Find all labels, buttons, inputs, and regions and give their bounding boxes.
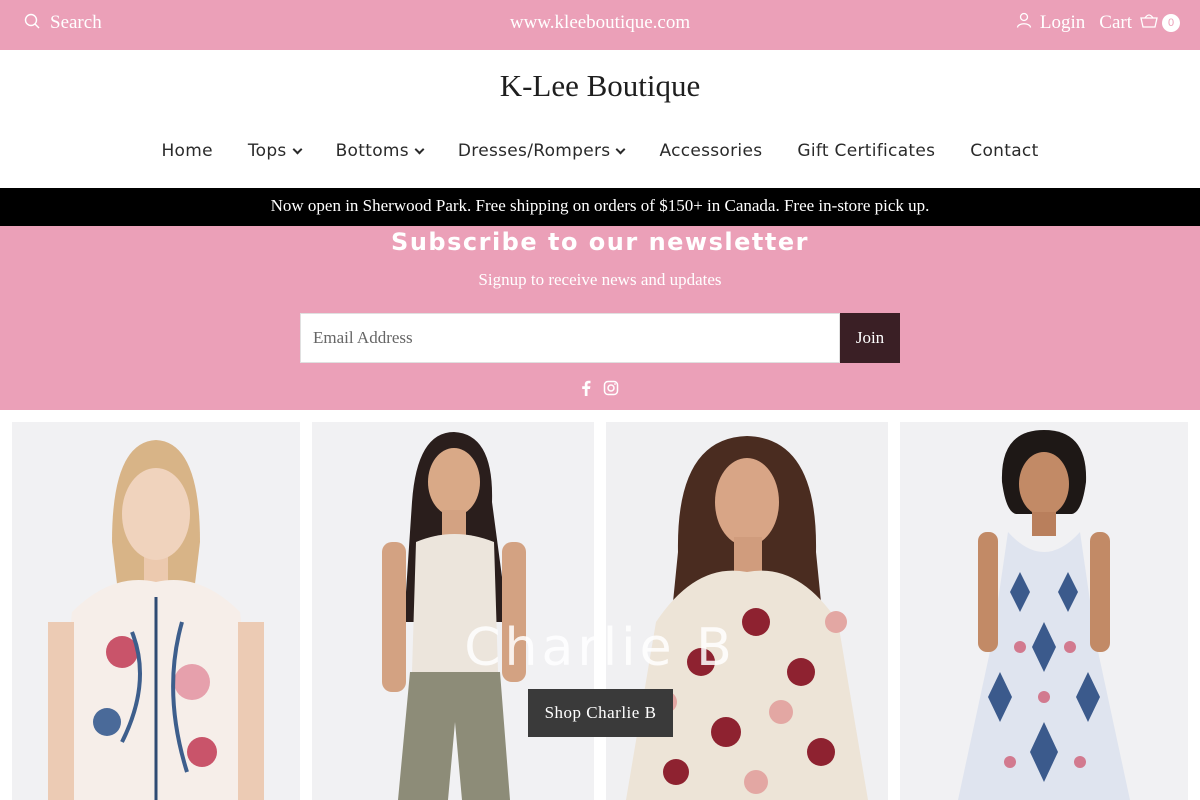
chevron-down-icon	[615, 144, 626, 154]
chevron-down-icon	[292, 144, 303, 154]
nav-item-dresses-rompers[interactable]: Dresses/Rompers	[457, 141, 626, 161]
shop-charlie-b-button[interactable]: Shop Charlie B	[528, 689, 673, 737]
nav-item-label: Tops	[247, 141, 287, 161]
announcement-bar: Now open in Sherwood Park. Free shipping…	[0, 188, 1200, 226]
newsletter-title: Subscribe to our newsletter	[391, 228, 809, 256]
product-image-grid	[0, 422, 1200, 800]
site-logo[interactable]: K-Lee Boutique	[0, 68, 1200, 104]
nav-item-tops[interactable]: Tops	[247, 141, 303, 161]
nav-item-accessories[interactable]: Accessories	[659, 141, 762, 161]
nav-item-bottoms[interactable]: Bottoms	[335, 141, 425, 161]
cart-link[interactable]: Cart 0	[1099, 12, 1180, 34]
main-nav: Home Tops Bottoms Dresses/Rompers Access…	[0, 141, 1200, 161]
facebook-icon[interactable]	[581, 380, 591, 396]
join-button[interactable]: Join	[840, 313, 900, 363]
login-label: Login	[1039, 12, 1086, 33]
newsletter-form: Join	[300, 313, 900, 363]
nav-item-label: Contact	[970, 141, 1039, 161]
user-icon	[1016, 12, 1032, 34]
nav-item-label: Gift Certificates	[797, 141, 936, 161]
instagram-icon[interactable]	[603, 380, 619, 396]
product-image-floral-top[interactable]	[12, 422, 300, 800]
top-utility-bar: Search www.kleeboutique.com Login Cart 0	[0, 0, 1200, 50]
chevron-down-icon	[414, 144, 425, 154]
nav-item-label: Bottoms	[335, 141, 409, 161]
login-link[interactable]: Login	[1016, 12, 1085, 34]
nav-item-contact[interactable]: Contact	[970, 141, 1038, 161]
nav-item-label: Home	[161, 141, 213, 161]
cart-count-badge: 0	[1162, 14, 1180, 32]
email-field[interactable]	[300, 313, 840, 363]
newsletter-subtitle: Signup to receive news and updates	[478, 270, 722, 289]
nav-item-label: Accessories	[659, 141, 763, 161]
product-image-tank-and-pants[interactable]	[312, 422, 594, 800]
shopping-basket-icon	[1140, 12, 1158, 34]
product-image-crochet-sweater[interactable]	[606, 422, 888, 800]
newsletter-section: Subscribe to our newsletter Signup to re…	[0, 226, 1200, 410]
product-image-printed-dress[interactable]	[900, 422, 1188, 800]
social-links	[0, 380, 1200, 396]
nav-item-home[interactable]: Home	[161, 141, 212, 161]
cart-label: Cart	[1099, 12, 1132, 33]
nav-item-gift-certificates[interactable]: Gift Certificates	[797, 141, 935, 161]
nav-item-label: Dresses/Rompers	[457, 141, 611, 161]
